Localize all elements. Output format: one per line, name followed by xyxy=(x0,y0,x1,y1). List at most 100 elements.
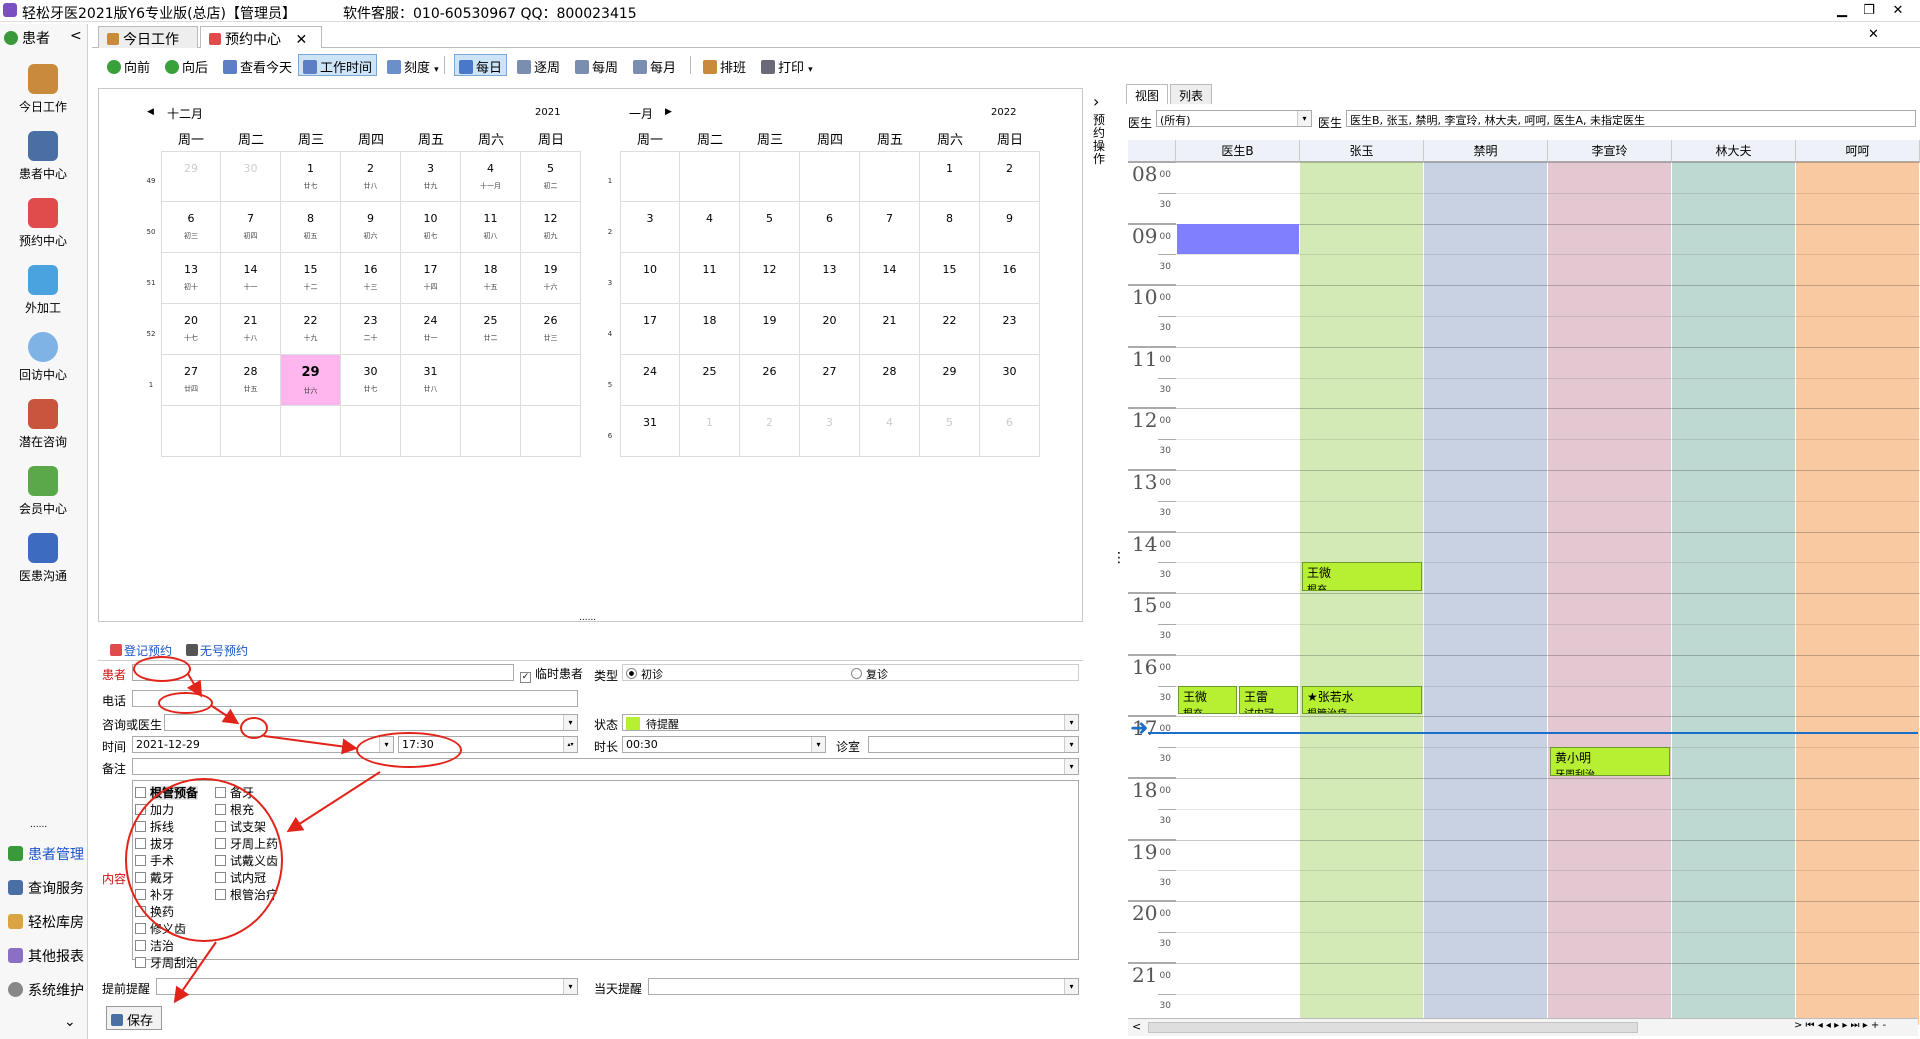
calendar-day[interactable]: 1 廿七 xyxy=(281,151,341,202)
tab-close-icon[interactable]: ✕ xyxy=(295,32,307,48)
calendar-day[interactable]: 9 初六 xyxy=(341,202,401,253)
nav-today-work[interactable]: 今日工作 xyxy=(0,64,86,115)
advance-remind-select[interactable]: ▾ xyxy=(156,978,578,995)
nav-followup-center[interactable]: 回访中心 xyxy=(0,332,86,383)
daily-view-button[interactable]: 每日 xyxy=(454,54,508,76)
shift-schedule-button[interactable]: 排班 xyxy=(698,54,751,76)
calendar-day[interactable]: 14 xyxy=(860,253,920,304)
nav-external-processing[interactable]: 外加工 xyxy=(0,265,86,316)
calendar-day[interactable] xyxy=(860,151,920,202)
print-dropdown[interactable]: 打印 ▾ xyxy=(756,54,818,76)
view-today-button[interactable]: 查看今天 xyxy=(218,54,297,76)
date-input[interactable]: 2021-12-29 ▾ xyxy=(132,736,394,753)
content-checkbox[interactable]: 洁治 xyxy=(135,937,174,954)
content-checkbox[interactable]: 牙周刮治 xyxy=(135,954,198,971)
calendar-day[interactable]: 27 xyxy=(800,355,860,406)
appointment-block[interactable]: 王微 根充 xyxy=(1302,562,1422,592)
monthly-view-button[interactable]: 每月 xyxy=(628,54,681,76)
calendar-day[interactable]: 4 xyxy=(680,202,740,253)
calendar-day[interactable]: 8 初五 xyxy=(281,202,341,253)
temp-patient-checkbox[interactable]: ✓ 临时患者 xyxy=(520,665,583,683)
calendar-day[interactable]: 17 xyxy=(620,304,680,355)
calendar-day[interactable]: 17 十四 xyxy=(401,253,461,304)
duration-select[interactable]: 00:30 ▾ xyxy=(622,736,826,753)
appointment-block[interactable]: ★张若水 根管治疗 xyxy=(1302,685,1422,715)
calendar-day[interactable]: 10 xyxy=(620,253,680,304)
calendar-day[interactable]: 1 xyxy=(920,151,980,202)
calendar-day[interactable]: 28 xyxy=(860,355,920,406)
calendar-day[interactable] xyxy=(221,406,281,457)
same-day-remind-select[interactable]: ▾ xyxy=(648,978,1079,995)
calendar-day[interactable]: 30 xyxy=(980,355,1040,406)
calendar-day[interactable] xyxy=(800,151,860,202)
calendar-day[interactable]: 19 十六 xyxy=(521,253,581,304)
calendar-day[interactable]: 5 xyxy=(920,406,980,457)
doctor-column-header[interactable]: 呵呵 xyxy=(1796,140,1920,162)
calendar-day[interactable]: 23 xyxy=(980,304,1040,355)
calendar-day[interactable]: 10 初七 xyxy=(401,202,461,253)
calendar-day[interactable]: 3 廿九 xyxy=(401,151,461,202)
operations-splitter[interactable]: › 预约操作 ⋮ xyxy=(1088,88,1126,1038)
calendar-day[interactable] xyxy=(521,355,581,406)
calendar-day[interactable]: 4 十一月 xyxy=(461,151,521,202)
collapse-nav-button[interactable]: < xyxy=(70,28,82,44)
work-time-button[interactable]: 工作时间 xyxy=(298,54,378,76)
previous-button[interactable]: 向前 xyxy=(102,54,155,76)
calendar-day[interactable]: 20 十七 xyxy=(161,304,221,355)
calendar-day[interactable]: 25 廿二 xyxy=(461,304,521,355)
prev-month-button[interactable]: ◀ xyxy=(147,107,154,117)
selected-time-block[interactable] xyxy=(1177,223,1299,255)
scale-dropdown[interactable]: 刻度 ▾ xyxy=(382,54,444,76)
calendar-day[interactable]: 9 xyxy=(980,202,1040,253)
tab-appointment-center[interactable]: 预约中心 ✕ xyxy=(200,26,322,48)
weekly-view-button[interactable]: 每周 xyxy=(570,54,623,76)
calendar-day[interactable]: 30 xyxy=(221,151,281,202)
horizontal-scrollbar[interactable]: < > ⏮ ◂ ◂ ▸ ▸ ⏭ ▸ + - xyxy=(1128,1018,1918,1036)
nav-member-center[interactable]: 会员中心 xyxy=(0,466,86,517)
calendar-day[interactable]: 14 十一 xyxy=(221,253,281,304)
calendar-day[interactable]: 18 十五 xyxy=(461,253,521,304)
calendar-day[interactable]: 26 xyxy=(740,355,800,406)
calendar-day[interactable]: 22 十九 xyxy=(281,304,341,355)
calendar-day[interactable]: 5 初二 xyxy=(521,151,581,202)
calendar-day[interactable]: 7 xyxy=(860,202,920,253)
close-window-button[interactable]: ✕ xyxy=(1886,3,1910,18)
doctor-column-header[interactable]: 李宣玲 xyxy=(1548,140,1672,162)
calendar-day[interactable]: 12 xyxy=(740,253,800,304)
calendar-day[interactable]: 25 xyxy=(680,355,740,406)
expand-arrow-icon[interactable]: › xyxy=(1093,92,1099,111)
calendar-day[interactable] xyxy=(461,355,521,406)
calendar-day[interactable]: 15 十二 xyxy=(281,253,341,304)
scroll-thumb[interactable] xyxy=(1148,1022,1638,1033)
calendar-day[interactable]: 28 廿五 xyxy=(221,355,281,406)
calendar-day[interactable]: 8 xyxy=(920,202,980,253)
calendar-day[interactable]: 3 xyxy=(800,406,860,457)
nav-doctor-patient-comm[interactable]: 医患沟通 xyxy=(0,533,86,584)
type-revisit-radio[interactable]: 复诊 xyxy=(851,666,888,680)
doctor-select[interactable]: ▾ xyxy=(164,714,578,731)
drag-handle-icon[interactable]: ⋮ xyxy=(1112,550,1126,566)
nav-potential-consult[interactable]: 潜在咨询 xyxy=(0,399,86,450)
nav-patient-management[interactable]: 患者管理 xyxy=(8,844,84,864)
splitter-dots[interactable]: ...... xyxy=(579,613,596,623)
calendar-day[interactable] xyxy=(740,151,800,202)
calendar-day[interactable] xyxy=(161,406,221,457)
save-button[interactable]: 保存 xyxy=(106,1006,162,1030)
calendar-day[interactable]: 13 xyxy=(800,253,860,304)
appointment-block[interactable]: 黄小明 牙周刮治 xyxy=(1550,747,1670,776)
calendar-day[interactable]: 18 xyxy=(680,304,740,355)
nav-system-maintenance[interactable]: 系统维护 xyxy=(8,980,84,1000)
calendar-day[interactable]: 21 十八 xyxy=(221,304,281,355)
calendar-day[interactable]: 20 xyxy=(800,304,860,355)
calendar-day[interactable]: 12 初九 xyxy=(521,202,581,253)
scroll-left-icon[interactable]: < xyxy=(1132,1020,1141,1033)
calendar-day[interactable] xyxy=(281,406,341,457)
calendar-day[interactable]: 23 二十 xyxy=(341,304,401,355)
calendar-day[interactable]: 16 xyxy=(980,253,1040,304)
calendar-day[interactable]: 11 初八 xyxy=(461,202,521,253)
calendar-day[interactable] xyxy=(521,406,581,457)
minimize-button[interactable]: ▁ xyxy=(1830,3,1854,18)
calendar-day[interactable]: 11 xyxy=(680,253,740,304)
calendar-day[interactable]: 19 xyxy=(740,304,800,355)
calendar-day[interactable]: 31 xyxy=(620,406,680,457)
